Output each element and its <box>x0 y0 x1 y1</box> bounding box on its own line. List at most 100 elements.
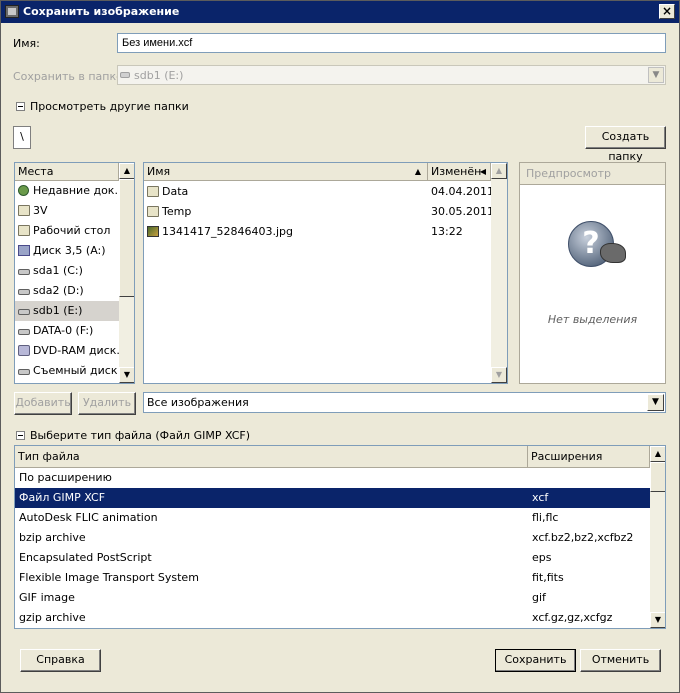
save-in-folder-combo[interactable]: sdb1 (E:) <box>117 65 666 85</box>
filetype-row[interactable]: bzip archive xcf.bz2,bz2,xcfbz2 <box>15 528 650 548</box>
name-column-header[interactable]: Имя <box>144 163 428 181</box>
sort-ascending-icon <box>415 163 421 180</box>
folder-icon <box>18 225 30 236</box>
sidebar-item-label: Съемный диск ... <box>33 364 132 377</box>
save-button[interactable]: Сохранить <box>495 649 576 672</box>
filter-value: Все изображения <box>147 396 249 409</box>
scroll-up-icon[interactable] <box>491 163 507 179</box>
places-header[interactable]: Места <box>15 163 119 181</box>
sidebar-item-label: DVD-RAM диск... <box>33 344 127 357</box>
folder-icon <box>18 205 30 216</box>
modified-column-label: Изменён <box>431 165 482 178</box>
remove-bookmark-button[interactable]: Удалить <box>78 392 136 415</box>
drive-icon <box>18 309 30 315</box>
folder-icon <box>147 186 159 197</box>
save-image-dialog: Сохранить изображение × Имя: Сохранить в… <box>0 0 680 693</box>
file-name: 1341417_52846403.jpg <box>162 225 293 238</box>
no-selection-text: Нет выделения <box>547 313 638 326</box>
filetype-name: GIF image <box>19 591 75 604</box>
file-modified: 04.04.2011 <box>431 185 494 198</box>
chevron-down-icon <box>647 394 664 411</box>
sidebar-item-label: Рабочий стол <box>33 224 111 237</box>
close-icon[interactable]: × <box>659 4 675 19</box>
filetype-name: Encapsulated PostScript <box>19 551 152 564</box>
window-title: Сохранить изображение <box>23 5 180 18</box>
collapse-icon[interactable] <box>16 102 25 111</box>
scroll-up-icon[interactable] <box>119 163 134 179</box>
title-bar[interactable]: Сохранить изображение × <box>1 1 679 23</box>
sidebar-item[interactable]: Съемный диск ... <box>15 361 131 381</box>
file-row[interactable]: Data 04.04.2011 <box>144 182 494 202</box>
extensions-column-header[interactable]: Расширения <box>528 446 650 468</box>
floppy-icon <box>18 245 30 256</box>
column-arrow-icon: ◀ <box>479 167 486 176</box>
collapse-icon[interactable] <box>16 431 25 440</box>
file-row[interactable]: Temp 30.05.2011 <box>144 202 494 222</box>
preview-header: Предпросмотр <box>520 163 665 185</box>
filetype-row[interactable]: AutoDesk FLIC animation fli,flc <box>15 508 650 528</box>
scroll-thumb[interactable] <box>119 179 134 297</box>
browse-folders-toggle[interactable]: Просмотреть другие папки <box>30 100 189 113</box>
drive-icon <box>120 72 130 78</box>
sidebar-item[interactable]: sda1 (C:) <box>15 261 119 281</box>
cancel-button[interactable]: Отменить <box>580 649 661 672</box>
filetype-toggle[interactable]: Выберите тип файла (Файл GIMP XCF) <box>30 429 250 442</box>
filetype-extensions: fli,flc <box>532 511 559 524</box>
add-bookmark-button[interactable]: Добавить <box>14 392 72 415</box>
sidebar-item[interactable]: Недавние док... <box>15 181 125 201</box>
save-in-label: Сохранить в папке <box>13 70 123 83</box>
image-filter-select[interactable]: Все изображения <box>143 392 666 413</box>
filetype-row[interactable]: Flexible Image Transport System fit,fits <box>15 568 650 588</box>
dvd-icon <box>18 345 30 356</box>
sidebar-item[interactable]: sda2 (D:) <box>15 281 119 301</box>
help-button[interactable]: Справка <box>20 649 101 672</box>
drive-icon <box>18 369 30 375</box>
image-icon <box>147 226 159 237</box>
sidebar-item[interactable]: DVD-RAM диск... <box>15 341 127 361</box>
scroll-down-icon[interactable] <box>650 612 665 628</box>
sidebar-item-label: sdb1 (E:) <box>33 304 83 317</box>
file-modified: 30.05.2011 <box>431 205 494 218</box>
sidebar-item[interactable]: 3V <box>15 201 119 221</box>
scroll-up-icon[interactable] <box>650 446 665 462</box>
recent-icon <box>18 185 29 196</box>
scroll-thumb[interactable] <box>650 462 665 492</box>
filetype-column-header[interactable]: Тип файла <box>15 446 528 468</box>
drive-icon <box>18 329 30 335</box>
sidebar-item[interactable]: DATA-0 (F:) <box>15 321 119 341</box>
filetype-row[interactable]: Файл GIMP XCF xcf <box>15 488 650 508</box>
file-modified: 13:22 <box>431 225 463 238</box>
places-scrollbar[interactable] <box>119 163 134 383</box>
filetype-row[interactable]: GIF image gif <box>15 588 650 608</box>
scroll-down-icon[interactable] <box>491 367 507 383</box>
sidebar-item-label: 3V <box>33 204 48 217</box>
file-name: Data <box>162 185 189 198</box>
filetype-extensions: xcf.bz2,bz2,xcfbz2 <box>532 531 634 544</box>
save-in-value: sdb1 (E:) <box>134 69 184 82</box>
scroll-down-icon[interactable] <box>119 367 134 383</box>
gimp-app-icon <box>5 5 19 18</box>
sidebar-item-label: sda2 (D:) <box>33 284 84 297</box>
sidebar-item[interactable]: Диск 3,5 (A:) <box>15 241 119 261</box>
filetype-scrollbar[interactable] <box>650 446 665 628</box>
modified-column-header[interactable]: Изменён ◀ <box>428 163 491 181</box>
filetype-name: Файл GIMP XCF <box>19 491 106 504</box>
filetype-row[interactable]: Encapsulated PostScript eps <box>15 548 650 568</box>
create-folder-button[interactable]: Создать папку <box>585 126 666 163</box>
sidebar-item[interactable]: Рабочий стол <box>15 221 119 241</box>
path-root-button[interactable]: \ <box>13 126 31 149</box>
preview-pane: Предпросмотр ? Нет выделения <box>519 162 666 384</box>
file-row[interactable]: 1341417_52846403.jpg 13:22 <box>144 222 491 242</box>
filetype-extensions: xcf <box>532 491 549 504</box>
filetype-row[interactable]: gzip archive xcf.gz,gz,xcfgz <box>15 608 650 628</box>
sidebar-item-label: DATA-0 (F:) <box>33 324 94 337</box>
filetype-row[interactable]: По расширению <box>15 468 650 488</box>
sidebar-item[interactable]: sdb1 (E:) <box>15 301 119 321</box>
filename-input[interactable] <box>117 33 666 53</box>
name-label: Имя: <box>13 37 40 50</box>
folder-icon <box>147 206 159 217</box>
filetype-name: По расширению <box>19 471 112 484</box>
file-name: Temp <box>162 205 192 218</box>
filetype-list: Тип файла Расширения По расширению Файл G… <box>14 445 666 629</box>
files-scrollbar[interactable] <box>491 163 507 383</box>
